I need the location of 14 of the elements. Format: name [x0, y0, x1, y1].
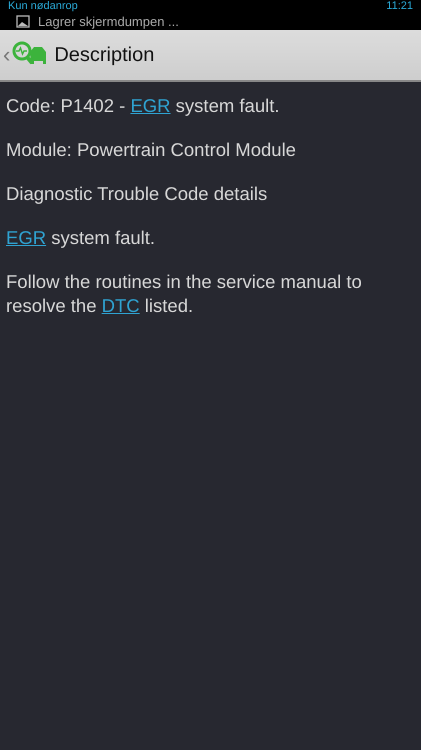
screen-title: Description	[54, 44, 154, 66]
back-button[interactable]: ‹	[0, 44, 10, 66]
term-link[interactable]: EGR	[130, 95, 171, 116]
description-paragraph: Module: Powertrain Control Module	[6, 138, 297, 162]
term-link[interactable]: DTC	[102, 295, 140, 316]
carrier-text: Kun nødanrop	[8, 0, 78, 12]
term-link[interactable]: EGR	[6, 227, 46, 248]
notification-text: Lagrer skjermdumpen ...	[38, 14, 179, 28]
description-paragraph: Diagnostic Trouble Code details	[6, 182, 268, 206]
description-paragraph: Follow the routines in the service manual to resolve the DTC listed.	[6, 270, 363, 318]
description-paragraph: Code: P1402 - EGR system fault.	[6, 94, 281, 118]
image-icon	[16, 14, 30, 28]
description-paragraph: EGR system fault.	[6, 226, 156, 250]
clock-text: 11:21	[386, 0, 413, 12]
